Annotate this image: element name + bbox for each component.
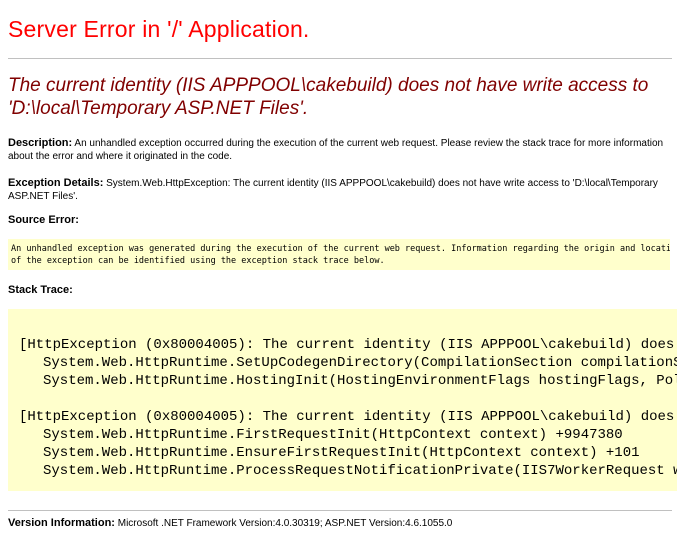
stack-trace-box[interactable]: [HttpException (0x80004005): The current…: [8, 309, 677, 491]
stack-group-gap: [8, 390, 677, 408]
stack-exception-header: [HttpException (0x80004005): The current…: [19, 337, 677, 353]
source-error-line: of the exception can be identified using…: [11, 256, 385, 266]
title-divider: [8, 58, 672, 59]
source-error-box: An unhandled exception was generated dur…: [8, 239, 670, 270]
exception-details-section: Exception Details: System.Web.HttpExcept…: [8, 177, 672, 203]
stack-frame: System.Web.HttpRuntime.ProcessRequestNot…: [43, 463, 677, 479]
stack-frame: System.Web.HttpRuntime.FirstRequestInit(…: [43, 427, 623, 443]
page-title: Server Error in '/' Application.: [8, 16, 310, 42]
description-text: An unhandled exception occurred during t…: [8, 138, 664, 162]
version-information: Version Information: Microsoft .NET Fram…: [8, 517, 452, 529]
stack-exception-header: [HttpException (0x80004005): The current…: [19, 409, 677, 425]
version-text: Microsoft .NET Framework Version:4.0.303…: [117, 518, 453, 529]
description-label: Description:: [8, 137, 73, 149]
source-error-label: Source Error:: [8, 214, 79, 226]
error-page: Server Error in '/' Application. The cur…: [0, 0, 677, 540]
stack-trace-label: Stack Trace:: [8, 284, 73, 296]
stack-frame: System.Web.HttpRuntime.SetUpCodegenDirec…: [43, 355, 677, 371]
source-error-line: An unhandled exception was generated dur…: [11, 244, 670, 254]
exception-details-label: Exception Details:: [8, 177, 104, 189]
stack-frame: System.Web.HttpRuntime.HostingInit(Hosti…: [43, 373, 677, 389]
footer-divider: [8, 510, 672, 511]
stack-frame: System.Web.HttpRuntime.EnsureFirstReques…: [43, 445, 640, 461]
error-message: The current identity (IIS APPPOOL\cakebu…: [8, 75, 649, 119]
version-label: Version Information:: [8, 517, 115, 529]
description-section: Description: An unhandled exception occu…: [8, 137, 672, 163]
exception-details-text: System.Web.HttpException: The current id…: [8, 178, 658, 202]
